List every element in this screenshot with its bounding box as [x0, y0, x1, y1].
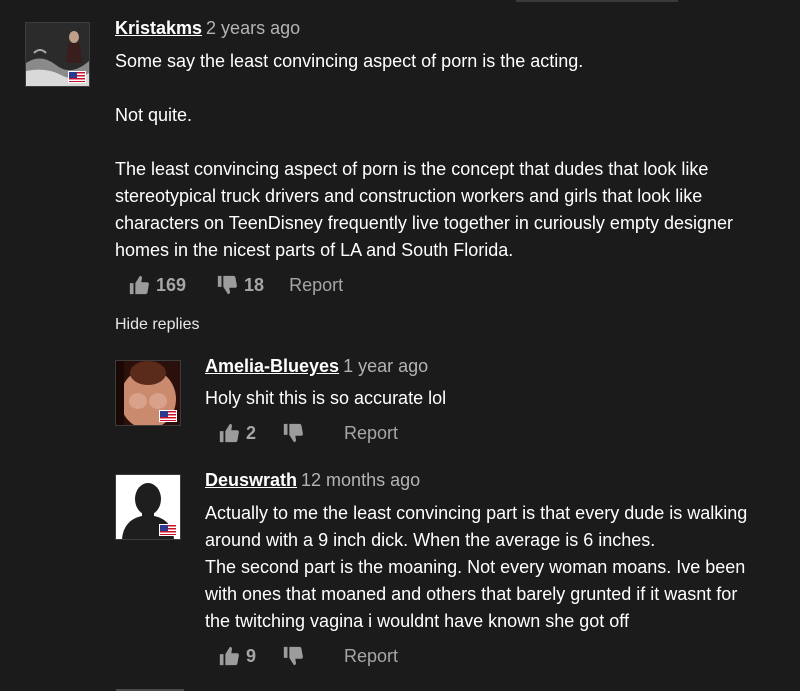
thumbs-up-icon [219, 423, 239, 443]
hide-replies-button[interactable]: Hide replies [115, 315, 199, 335]
upvote-button[interactable]: 169 [128, 274, 186, 296]
username-link[interactable]: Kristakms [115, 18, 202, 38]
timestamp: 12 months ago [301, 470, 421, 490]
comment-line: Not quite. [115, 105, 193, 125]
us-flag-icon [68, 71, 86, 83]
upvote-count: 2 [246, 423, 257, 443]
us-flag-icon [159, 410, 177, 422]
upvote-button[interactable]: 2 [218, 422, 256, 444]
avatar[interactable] [25, 22, 90, 87]
thumbs-up-icon [219, 646, 239, 666]
comment-line: stereotypical truck drivers and construc… [115, 186, 703, 206]
upvote-count: 9 [246, 646, 257, 666]
comment-line: with ones that moaned and others that ba… [205, 584, 738, 604]
username-link[interactable]: Deuswrath [205, 470, 297, 490]
report-link[interactable]: Report [344, 422, 398, 444]
comment-body: Holy shit this is so accurate lol [205, 385, 785, 412]
comment-line: Some say the least convincing aspect of … [115, 51, 584, 71]
thumbs-down-icon [217, 275, 237, 295]
top-divider [516, 0, 678, 2]
thumbs-down-icon [283, 646, 303, 666]
downvote-button[interactable] [282, 422, 304, 444]
thumbs-up-icon [129, 275, 149, 295]
comment-body: Some say the least convincing aspect of … [115, 48, 785, 264]
comment-line: Holy shit this is so accurate lol [205, 388, 447, 408]
upvote-button[interactable]: 9 [218, 645, 256, 667]
report-link[interactable]: Report [344, 645, 398, 667]
comment-line: characters on TeenDisney frequently live… [115, 213, 733, 233]
upvote-count: 169 [156, 275, 187, 295]
timestamp: 2 years ago [206, 18, 301, 38]
comment-line: the twitching vagina i wouldnt have know… [205, 611, 629, 631]
comment-line: The second part is the moaning. Not ever… [205, 557, 746, 577]
thumbs-down-icon [283, 423, 303, 443]
downvote-button[interactable] [282, 645, 304, 667]
us-flag-icon [159, 524, 177, 536]
username-link[interactable]: Amelia-Blueyes [205, 356, 339, 376]
comment-line: around with a 9 inch dick. When the aver… [205, 530, 656, 550]
downvote-count: 18 [244, 275, 265, 295]
report-link[interactable]: Report [289, 274, 343, 296]
comment-body: Actually to me the least convincing part… [205, 500, 795, 635]
comment-line: Actually to me the least convincing part… [205, 503, 748, 523]
avatar[interactable] [115, 474, 181, 540]
downvote-button[interactable]: 18 [216, 274, 264, 296]
timestamp: 1 year ago [343, 356, 429, 376]
comment-line: homes in the nicest parts of LA and Sout… [115, 240, 514, 260]
avatar[interactable] [115, 360, 181, 426]
comment-line: The least convincing aspect of porn is t… [115, 159, 709, 179]
